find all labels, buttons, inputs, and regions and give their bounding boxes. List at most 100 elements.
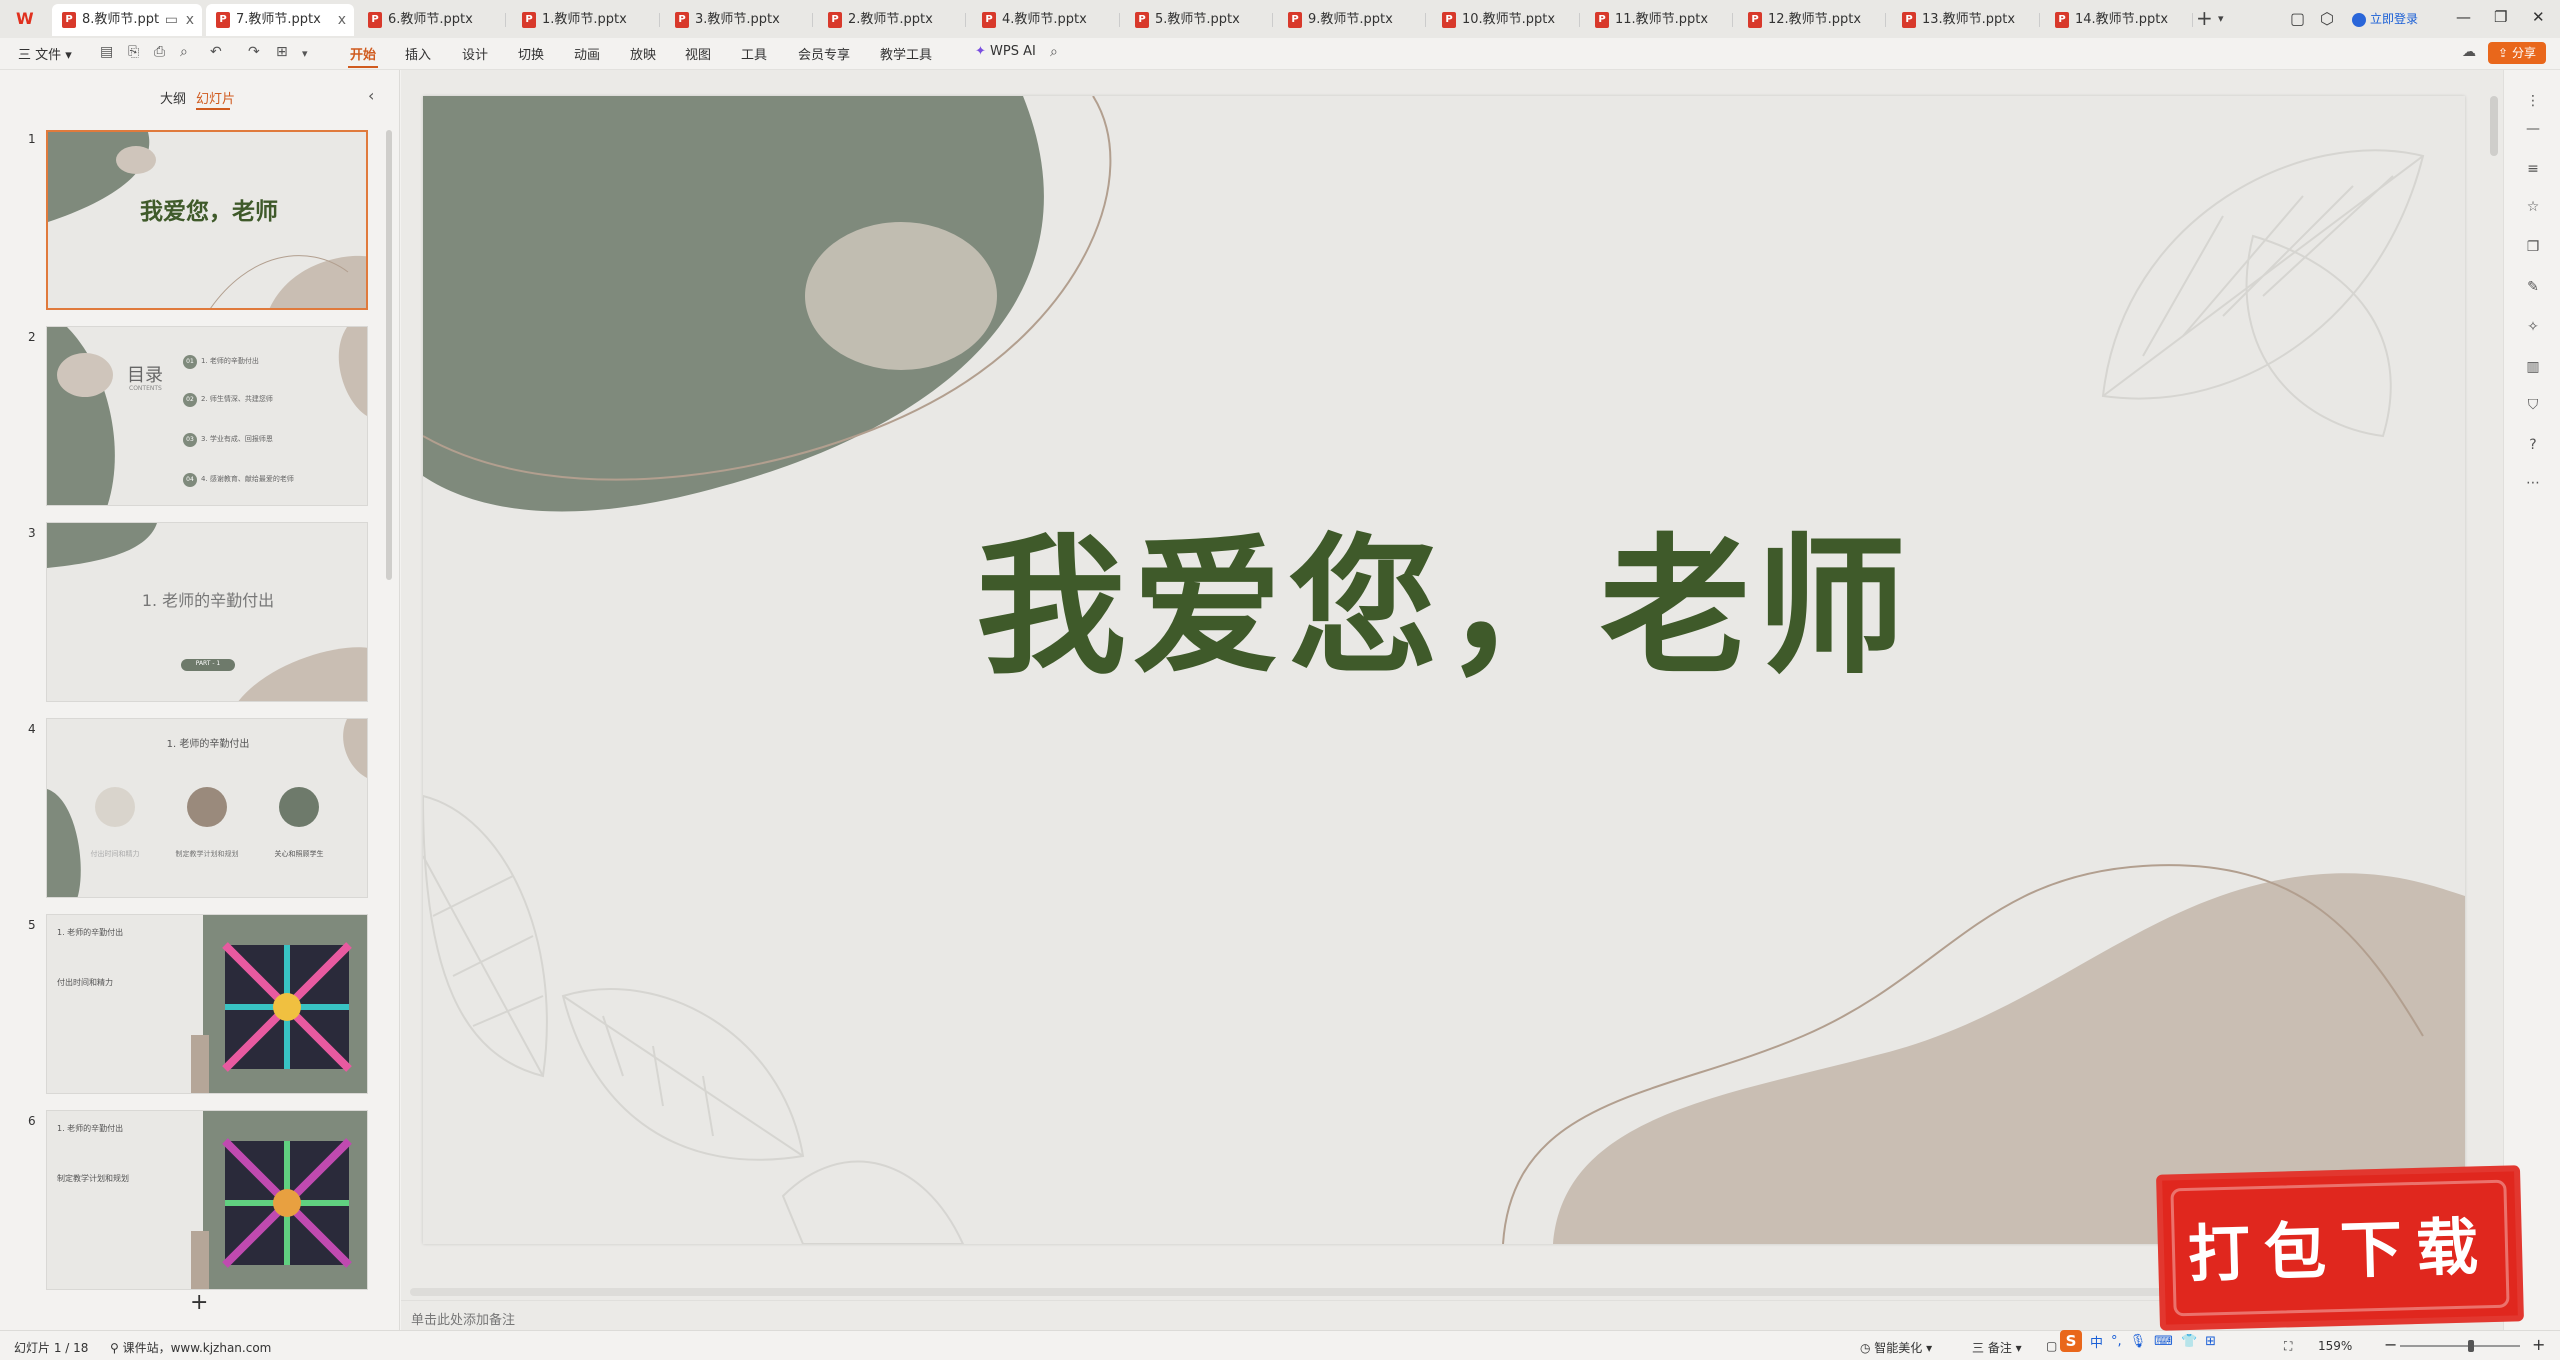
cube-icon[interactable]: ⬡ xyxy=(2320,9,2334,28)
thumbnail-scrollbar[interactable] xyxy=(386,130,392,580)
close-icon[interactable]: ▭ xyxy=(165,4,178,36)
collapse-panel-icon[interactable]: ‹ xyxy=(368,86,374,105)
tab-doc-14[interactable]: P 14.教师节.pptx xyxy=(2045,4,2193,36)
tab-doc-12[interactable]: P 12.教师节.pptx xyxy=(1738,4,1886,36)
add-slide-button[interactable]: + xyxy=(190,1290,208,1315)
ppt-file-icon: P xyxy=(675,12,689,28)
notes-toggle-button[interactable]: 三 备注 ▾ xyxy=(1972,1339,2022,1356)
star-icon[interactable]: ☆ xyxy=(2524,198,2542,216)
horizontal-scrollbar[interactable] xyxy=(410,1288,2290,1296)
tab-doc-6[interactable]: P 2.教师节.pptx xyxy=(818,4,966,36)
book-icon[interactable]: ▥ xyxy=(2524,358,2542,376)
more-chevron-icon[interactable]: ▾ xyxy=(302,47,308,60)
preview-icon[interactable]: ⌕ xyxy=(180,44,188,60)
smart-beautify-button[interactable]: ◷ 智能美化 ▾ xyxy=(1860,1339,1932,1356)
input-method-toolbar[interactable]: S 中 °, 🎙 ⌨ 👕 ⊞ xyxy=(2060,1328,2216,1354)
current-slide[interactable]: 我爱您，老师 xyxy=(423,96,2465,1244)
toc-item: 03 3. 学业有成、回报师恩 xyxy=(183,433,273,447)
zoom-slider[interactable] xyxy=(2400,1345,2520,1347)
tab-doc-13[interactable]: P 13.教师节.pptx xyxy=(1892,4,2040,36)
restore-icon[interactable]: ❐ xyxy=(2494,8,2507,26)
export-icon[interactable]: ⎘ xyxy=(128,44,139,60)
share-button[interactable]: ⇪ 分享 xyxy=(2488,42,2546,64)
more-icon[interactable]: ⋮ xyxy=(2524,92,2542,110)
redo-icon[interactable]: ↷ xyxy=(248,44,260,60)
tab-doc-8[interactable]: P 5.教师节.pptx xyxy=(1125,4,1273,36)
tab-divider xyxy=(2192,13,2193,27)
tab-slides[interactable]: 幻灯片 xyxy=(196,88,235,107)
fit-screen-icon[interactable]: ⛶ xyxy=(2284,1339,2292,1354)
settings-sliders-icon[interactable]: ≡ xyxy=(2524,160,2542,178)
zoom-level[interactable]: 159% xyxy=(2318,1339,2352,1353)
slide-thumbnail-1[interactable]: 我爱您，老师 xyxy=(46,130,368,310)
ellipsis-icon[interactable]: ⋯ xyxy=(2524,474,2542,492)
file-menu[interactable]: 三 文件 ▾ xyxy=(18,44,72,63)
close-window-icon[interactable]: ✕ xyxy=(2532,8,2545,26)
vertical-scrollbar[interactable] xyxy=(2490,96,2498,156)
slide-thumbnail-3[interactable]: 1. 老师的辛勤付出 PART - 1 xyxy=(46,522,368,702)
slide-thumbnail-4[interactable]: 1. 老师的辛勤付出 付出时间和精力 制定教学计划和规划 关心和照顾学生 xyxy=(46,718,368,898)
edit-icon[interactable]: ✎ xyxy=(2524,278,2542,296)
slide-title[interactable]: 我爱您，老师 xyxy=(423,486,2465,703)
ime-language[interactable]: 中 xyxy=(2090,1332,2103,1351)
tab-doc-10[interactable]: P 10.教师节.pptx xyxy=(1432,4,1580,36)
magic-icon[interactable]: ✧ xyxy=(2524,318,2542,336)
print-icon[interactable]: ⎙ xyxy=(154,44,165,60)
tab-label: 12.教师节.pptx xyxy=(1768,12,1862,27)
copy-icon[interactable]: ❐ xyxy=(2524,238,2542,256)
toc-item: 02 2. 师生情深、共建您师 xyxy=(183,393,273,407)
tab-label: 5.教师节.pptx xyxy=(1155,12,1240,27)
format-painter-icon[interactable]: ⊞ xyxy=(276,44,288,60)
ribbon-tab-view[interactable]: 视图 xyxy=(685,44,711,63)
tab-doc-4[interactable]: P 1.教师节.pptx xyxy=(512,4,660,36)
ime-grid-icon[interactable]: ⊞ xyxy=(2205,1334,2216,1349)
slide-thumbnail-2[interactable]: 目录 CONTENTS 01 1. 老师的辛勤付出 02 2. 师生情深、共建您师 … xyxy=(46,326,368,506)
window-layout-icon[interactable]: ▢ xyxy=(2290,9,2305,28)
undo-icon[interactable]: ↶ xyxy=(210,44,222,60)
ribbon-tab-teaching[interactable]: 教学工具 xyxy=(880,44,932,63)
ime-keyboard-icon[interactable]: ⌨ xyxy=(2154,1334,2173,1349)
ime-mic-icon[interactable]: 🎙 xyxy=(2130,1334,2147,1349)
zoom-slider-handle[interactable] xyxy=(2468,1340,2474,1352)
save-icon[interactable]: ▤ xyxy=(100,44,113,60)
login-label: 立即登录 xyxy=(2370,12,2419,26)
tab-doc-9[interactable]: P 9.教师节.pptx xyxy=(1278,4,1426,36)
tab-doc-7[interactable]: P 4.教师节.pptx xyxy=(972,4,1120,36)
slide-thumbnail-5[interactable]: 1. 老师的辛勤付出 付出时间和精力 xyxy=(46,914,368,1094)
ime-shirt-icon[interactable]: 👕 xyxy=(2181,1334,2197,1349)
search-icon[interactable]: ⌕ xyxy=(1050,44,1058,60)
comment-icon[interactable]: ▢ xyxy=(2046,1339,2057,1353)
tab-outline[interactable]: 大纲 xyxy=(160,88,186,107)
sogou-ime-icon[interactable]: S xyxy=(2060,1330,2082,1352)
close-icon[interactable]: x xyxy=(338,4,346,36)
wps-logo-icon[interactable]: W xyxy=(16,9,38,29)
login-button[interactable]: 立即登录 xyxy=(2352,10,2418,27)
minus-icon[interactable]: — xyxy=(2524,120,2542,138)
tab-doc-5[interactable]: P 3.教师节.pptx xyxy=(665,4,813,36)
cloud-sync-icon[interactable]: ☁ xyxy=(2462,44,2476,60)
ribbon-tab-home[interactable]: 开始 xyxy=(350,44,376,63)
ime-punct-icon[interactable]: °, xyxy=(2111,1334,2122,1349)
ribbon-tab-slideshow[interactable]: 放映 xyxy=(630,44,656,63)
new-tab-button[interactable]: + xyxy=(2196,6,2213,30)
tab-doc-11[interactable]: P 11.教师节.pptx xyxy=(1585,4,1733,36)
ribbon-tab-animation[interactable]: 动画 xyxy=(574,44,600,63)
close-icon[interactable]: x xyxy=(186,4,194,36)
shirt-icon[interactable]: ⛉ xyxy=(2524,396,2542,414)
tab-doc-3[interactable]: P 6.教师节.pptx xyxy=(358,4,506,36)
tab-doc-1[interactable]: P 8.教师节.ppt ▭ x xyxy=(52,4,202,36)
tab-list-chevron-icon[interactable]: ▾ xyxy=(2218,12,2224,25)
zoom-in-icon[interactable]: + xyxy=(2532,1335,2545,1354)
minimize-icon[interactable]: — xyxy=(2456,8,2471,26)
zoom-out-icon[interactable]: − xyxy=(2384,1335,2397,1354)
ribbon-tab-member[interactable]: 会员专享 xyxy=(798,44,850,63)
ribbon-tab-design[interactable]: 设计 xyxy=(462,44,488,63)
wps-ai-button[interactable]: ✦ WPS AI xyxy=(975,44,1036,59)
site-link[interactable]: ⚲ 课件站，www.kjzhan.com xyxy=(110,1339,271,1356)
ribbon-tab-tools[interactable]: 工具 xyxy=(741,44,767,63)
slide-thumbnail-6[interactable]: 1. 老师的辛勤付出 制定教学计划和规划 xyxy=(46,1110,368,1290)
ribbon-tab-insert[interactable]: 插入 xyxy=(405,44,431,63)
help-icon[interactable]: ? xyxy=(2524,436,2542,454)
ribbon-tab-transition[interactable]: 切换 xyxy=(518,44,544,63)
tab-doc-2[interactable]: P 7.教师节.pptx x xyxy=(206,4,354,36)
